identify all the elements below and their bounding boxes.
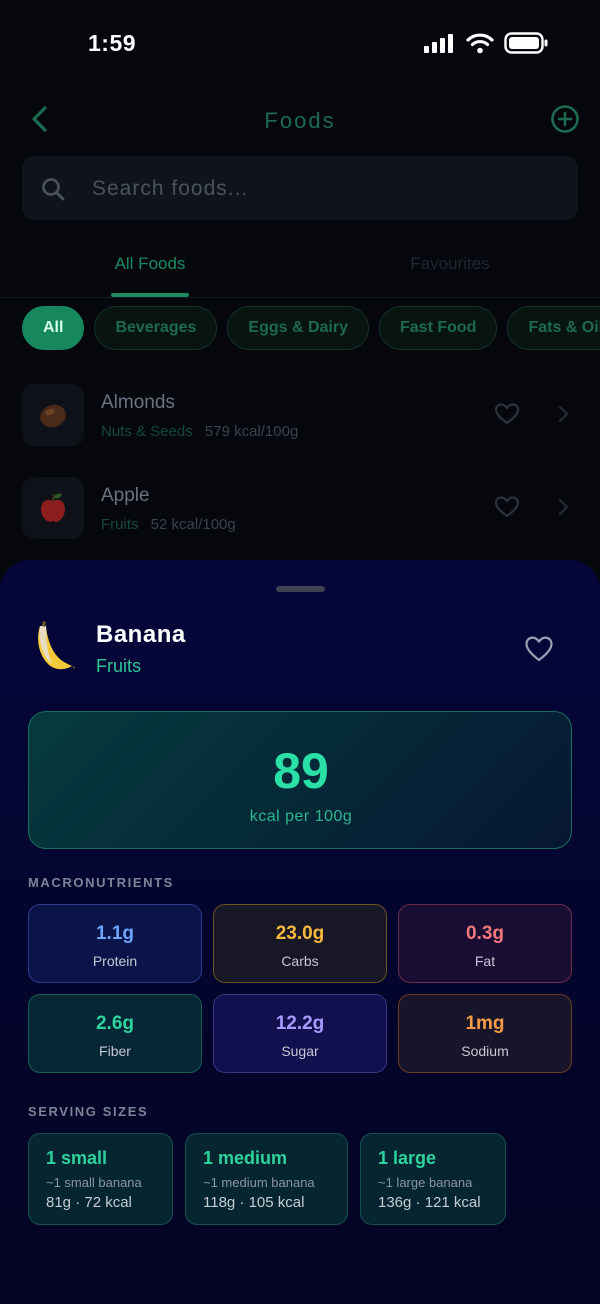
chip-all[interactable]: All: [22, 306, 85, 350]
food-name: Almonds: [101, 392, 175, 413]
serving-description: ~1 large banana: [378, 1175, 473, 1190]
add-circle-icon[interactable]: [550, 104, 580, 134]
battery-icon: [504, 32, 548, 54]
macro-card-protein: 1.1g Protein: [28, 904, 202, 983]
banana-icon: [38, 621, 75, 670]
chip-eggs-dairy[interactable]: Eggs & Dairy: [227, 306, 369, 350]
serving-title: 1 medium: [203, 1148, 288, 1168]
serving-info: 136g · 121 kcal: [378, 1194, 481, 1211]
macro-value: 2.6g: [95, 1013, 135, 1034]
macro-label: Fat: [474, 953, 496, 969]
macro-label: Carbs: [281, 953, 319, 969]
food-name: Apple: [101, 485, 150, 506]
nav-bar: Foods: [0, 90, 600, 150]
macronutrients-heading: MACRONUTRIENTS: [28, 875, 174, 890]
food-thumb: [22, 477, 84, 539]
food-detail-title: Banana: [96, 621, 186, 648]
macro-label: Protein: [92, 953, 138, 969]
search-icon: [42, 178, 65, 201]
macro-card-carbs: 23.0g Carbs: [213, 904, 387, 983]
macro-label: Sodium: [461, 1043, 509, 1059]
serving-info: 81g · 72 kcal: [46, 1194, 132, 1211]
favourite-heart-icon[interactable]: [524, 635, 554, 663]
tab-favourites[interactable]: Favourites: [300, 254, 600, 274]
calorie-value: 89: [273, 743, 329, 799]
serving-info: 118g · 105 kcal: [203, 1194, 305, 1211]
chevron-right-icon: [558, 405, 569, 423]
sheet-drag-handle[interactable]: [276, 586, 325, 592]
status-time: 1:59: [88, 30, 137, 56]
chip-fast-food[interactable]: Fast Food: [379, 306, 498, 350]
food-meta: Fruits 52 kcal/100g: [101, 516, 236, 533]
page-title: Foods: [264, 108, 336, 133]
chevron-right-icon: [558, 498, 569, 516]
serving-title: 1 small: [46, 1148, 108, 1168]
macro-value: 1.1g: [95, 923, 135, 944]
macro-card-sugar: 12.2g Sugar: [213, 994, 387, 1073]
food-detail-category: Fruits: [96, 656, 141, 676]
macro-value: 12.2g: [275, 1013, 325, 1034]
macro-card-sodium: 1mg Sodium: [398, 994, 572, 1073]
food-category: Fruits: [101, 516, 139, 533]
calorie-card: 89 kcal per 100g: [28, 711, 572, 849]
serving-description: ~1 medium banana: [203, 1175, 315, 1190]
food-kcal: 52 kcal/100g: [150, 516, 236, 533]
status-bar: 1:59: [0, 0, 600, 90]
tab-bar: All Foods Favourites: [0, 240, 600, 298]
food-list-screen: Foods All Foods Favourites AllBeveragesE…: [0, 90, 600, 610]
search-input[interactable]: [92, 174, 552, 204]
serving-description: ~1 small banana: [46, 1175, 142, 1190]
almond-icon: [40, 404, 66, 428]
serving-card-large[interactable]: 1 large ~1 large banana 136g · 121 kcal: [360, 1133, 506, 1225]
status-icons: [424, 32, 548, 54]
food-row-apple[interactable]: Apple Fruits 52 kcal/100g: [0, 473, 600, 553]
calorie-label: kcal per 100g: [249, 808, 353, 825]
food-meta: Nuts & Seeds 579 kcal/100g: [101, 423, 298, 440]
serving-card-small[interactable]: 1 small ~1 small banana 81g · 72 kcal: [28, 1133, 173, 1225]
category-chips: All Beverages Eggs & Dairy Fast Food Fats & …: [22, 306, 600, 350]
macro-value: 0.3g: [465, 923, 505, 944]
chip-beverages[interactable]: Beverages: [94, 306, 218, 350]
macro-value: 23.0g: [275, 923, 325, 944]
food-category: Nuts & Seeds: [101, 423, 193, 440]
serving-card-medium[interactable]: 1 medium ~1 medium banana 118g · 105 kca…: [185, 1133, 348, 1225]
food-thumb: [22, 384, 84, 446]
macro-label: Fiber: [99, 1043, 131, 1059]
heart-outline-icon[interactable]: [494, 402, 520, 426]
serving-sizes-heading: SERVING SIZES: [28, 1104, 149, 1119]
food-kcal: 579 kcal/100g: [204, 423, 299, 440]
heart-outline-icon[interactable]: [494, 495, 520, 519]
food-row-almonds[interactable]: Almonds Nuts & Seeds 579 kcal/100g: [0, 380, 600, 460]
food-detail-sheet: Banana Fruits 89 kcal per 100g MACRONUTR…: [0, 560, 600, 1304]
apple-icon: [41, 493, 65, 522]
macro-card-fat: 0.3g Fat: [398, 904, 572, 983]
chip-fats-oils[interactable]: Fats & Oils: [507, 306, 600, 350]
macro-card-fiber: 2.6g Fiber: [28, 994, 202, 1073]
macro-label: Sugar: [281, 1043, 319, 1059]
wifi-icon: [466, 33, 494, 54]
search-bar[interactable]: [22, 156, 578, 220]
serving-title: 1 large: [378, 1148, 437, 1168]
tab-all-foods[interactable]: All Foods: [0, 254, 300, 274]
macro-value: 1mg: [465, 1013, 505, 1034]
tab-indicator: [111, 293, 189, 297]
cellular-signal-icon: [424, 34, 453, 53]
